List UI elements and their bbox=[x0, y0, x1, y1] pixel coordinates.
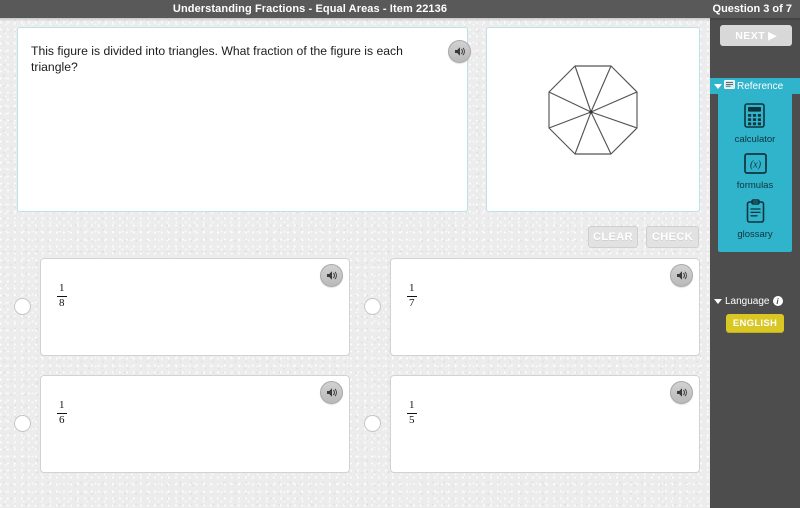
language-panel: Language i ENGLISH bbox=[710, 293, 800, 342]
language-panel-header[interactable]: Language i bbox=[710, 293, 800, 309]
fraction-denominator: 8 bbox=[59, 296, 65, 309]
next-button[interactable]: NEXT ▶ bbox=[720, 25, 792, 46]
fraction-b: 1 7 bbox=[407, 282, 417, 309]
content-stage: This figure is divided into triangles. W… bbox=[0, 18, 710, 508]
tool-formulas[interactable]: (x) formulas bbox=[737, 150, 773, 194]
chevron-down-icon bbox=[714, 298, 722, 304]
action-button-row: CLEAR CHECK bbox=[588, 226, 703, 250]
svg-text:(x): (x) bbox=[749, 159, 761, 170]
answer-option-a[interactable]: 1 8 bbox=[14, 258, 350, 356]
fraction-numerator: 1 bbox=[59, 282, 65, 294]
answer-option-c[interactable]: 1 6 bbox=[14, 375, 350, 473]
radio-button-c[interactable] bbox=[14, 415, 31, 432]
reference-panel: Reference calculator (x) formulas glossa… bbox=[710, 78, 800, 252]
page-title: Understanding Fractions - Equal Areas - … bbox=[172, 3, 448, 15]
speaker-icon-option-a[interactable] bbox=[320, 264, 343, 287]
fraction-denominator: 7 bbox=[409, 296, 415, 309]
fraction-numerator: 1 bbox=[409, 282, 415, 294]
answer-box-c[interactable]: 1 6 bbox=[40, 375, 350, 473]
tool-label-glossary: glossary bbox=[737, 229, 773, 240]
tool-sidebar: NEXT ▶ Reference calculator (x) formulas… bbox=[710, 18, 800, 508]
fraction-numerator: 1 bbox=[409, 399, 415, 411]
answer-option-b[interactable]: 1 7 bbox=[364, 258, 700, 356]
answer-box-d[interactable]: 1 5 bbox=[390, 375, 700, 473]
reference-panel-title: Reference bbox=[737, 80, 784, 92]
language-panel-title: Language bbox=[725, 295, 770, 307]
app-header: Understanding Fractions - Equal Areas - … bbox=[0, 0, 800, 18]
radio-button-b[interactable] bbox=[364, 298, 381, 315]
play-arrow-icon: ▶ bbox=[768, 29, 777, 42]
tool-label-formulas: formulas bbox=[736, 180, 774, 191]
reference-panel-header[interactable]: Reference bbox=[710, 78, 800, 94]
question-counter: Question 3 of 7 bbox=[712, 3, 792, 15]
fraction-denominator: 5 bbox=[409, 413, 415, 426]
speaker-icon-option-b[interactable] bbox=[670, 264, 693, 287]
radio-button-d[interactable] bbox=[364, 415, 381, 432]
chevron-down-icon bbox=[714, 83, 722, 89]
fraction-denominator: 6 bbox=[59, 413, 65, 426]
speaker-icon-option-c[interactable] bbox=[320, 381, 343, 404]
info-icon[interactable]: i bbox=[772, 296, 783, 306]
fraction-c: 1 6 bbox=[57, 399, 67, 426]
check-button[interactable]: CHECK bbox=[646, 226, 699, 248]
fraction-a: 1 8 bbox=[57, 282, 67, 309]
speaker-icon-prompt[interactable] bbox=[448, 40, 471, 63]
tool-calculator[interactable]: calculator bbox=[734, 100, 776, 148]
fraction-d: 1 5 bbox=[407, 399, 417, 426]
tool-label-calculator: calculator bbox=[734, 134, 776, 145]
question-text: This figure is divided into triangles. W… bbox=[31, 44, 403, 74]
answer-options: 1 8 1 7 1 6 1 5 bbox=[0, 258, 710, 508]
question-prompt-panel: This figure is divided into triangles. W… bbox=[17, 27, 468, 212]
octagon-figure bbox=[548, 64, 638, 155]
figure-panel bbox=[486, 27, 700, 212]
language-options: ENGLISH bbox=[710, 309, 800, 342]
answer-box-a[interactable]: 1 8 bbox=[40, 258, 350, 356]
next-button-label: NEXT bbox=[735, 29, 766, 42]
speaker-icon-option-d[interactable] bbox=[670, 381, 693, 404]
header-shadow bbox=[0, 18, 800, 21]
reference-tool-list: calculator (x) formulas glossary bbox=[718, 94, 792, 252]
answer-box-b[interactable]: 1 7 bbox=[390, 258, 700, 356]
formulas-icon: (x) bbox=[743, 153, 767, 179]
answer-option-d[interactable]: 1 5 bbox=[364, 375, 700, 473]
radio-button-a[interactable] bbox=[14, 298, 31, 315]
tool-glossary[interactable]: glossary bbox=[737, 196, 773, 243]
glossary-clipboard-icon bbox=[746, 199, 765, 228]
clear-button[interactable]: CLEAR bbox=[588, 226, 638, 248]
calculator-icon bbox=[744, 103, 766, 133]
reference-book-icon bbox=[724, 80, 735, 92]
fraction-numerator: 1 bbox=[59, 399, 65, 411]
language-english-button[interactable]: ENGLISH bbox=[726, 314, 784, 333]
